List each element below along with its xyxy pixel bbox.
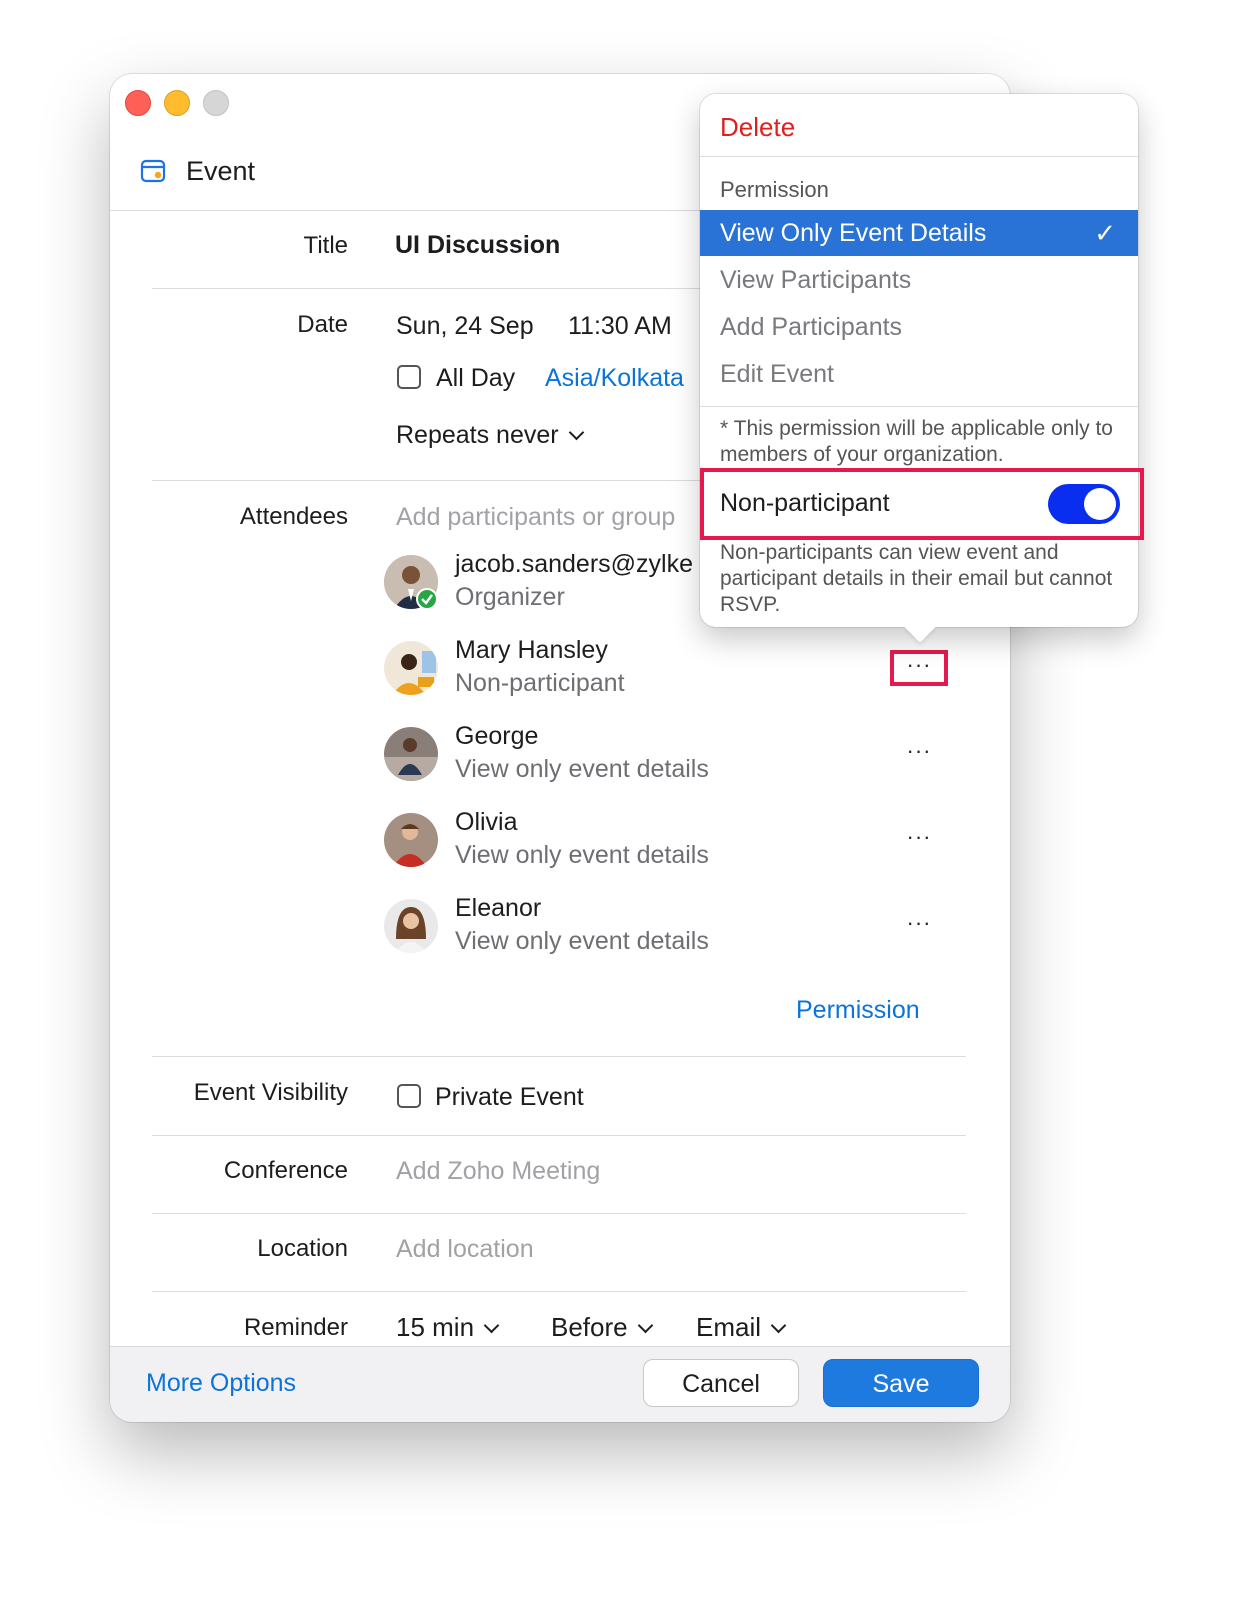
attendee-role: Non-participant (455, 669, 625, 697)
permission-option-view-only[interactable]: View Only Event Details ✓ (700, 210, 1138, 256)
title-label: Title (303, 232, 348, 259)
attendee-name: Eleanor (455, 894, 542, 922)
attendee-name: George (455, 722, 539, 750)
permission-option-edit-event[interactable]: Edit Event (700, 351, 1138, 397)
avatar (384, 813, 438, 867)
save-button[interactable]: Save (823, 1359, 979, 1407)
checkmark-icon: ✓ (1094, 218, 1116, 248)
reminder-time-value: 15 min (396, 1312, 475, 1342)
attendee-more-button[interactable]: ··· (896, 826, 942, 852)
title-input[interactable]: UI Discussion (395, 231, 560, 260)
permission-note: * This permission will be applicable onl… (720, 417, 1113, 466)
non-participant-toggle[interactable] (1048, 484, 1120, 524)
divider (152, 1213, 966, 1214)
divider (152, 1056, 966, 1057)
date-picker[interactable]: Sun, 24 Sep (396, 312, 534, 341)
date-label: Date (297, 311, 348, 338)
permission-option-add-participants[interactable]: Add Participants (700, 304, 1138, 350)
chevron-down-icon (568, 424, 584, 441)
permission-heading: Permission (720, 177, 829, 202)
permission-option-view-participants[interactable]: View Participants (700, 257, 1138, 303)
calendar-event-icon (140, 159, 166, 183)
non-participant-row: Non-participant (700, 468, 1144, 540)
location-label: Location (257, 1235, 348, 1262)
attendee-more-button[interactable]: ··· (890, 650, 948, 686)
divider (152, 1291, 966, 1292)
permission-popover: Delete Permission View Only Event Detail… (700, 94, 1144, 643)
attendee-name: Olivia (455, 808, 518, 836)
permission-link[interactable]: Permission (796, 996, 920, 1025)
reminder-type-value: Email (696, 1312, 762, 1342)
time-picker[interactable]: 11:30 AM (568, 312, 672, 341)
location-input[interactable]: Add location (396, 1235, 534, 1264)
reminder-label: Reminder (243, 1314, 348, 1341)
attendee-role: View only event details (455, 927, 709, 955)
attendee-name: Mary Hansley (455, 636, 608, 664)
divider (700, 406, 1138, 407)
private-event-label: Private Event (435, 1083, 584, 1111)
attendee-role: Organizer (455, 583, 565, 611)
reminder-type-dropdown[interactable]: Email (696, 1312, 787, 1343)
reminder-time-dropdown[interactable]: 15 min (396, 1312, 500, 1343)
delete-menu-item[interactable]: Delete (720, 112, 795, 143)
attendee-name: jacob.sanders@zylke (455, 550, 693, 578)
timezone-link[interactable]: Asia/Kolkata (545, 364, 684, 393)
attendee-role: View only event details (455, 755, 709, 783)
attendees-input[interactable]: Add participants or group (396, 503, 675, 532)
repeat-dropdown[interactable]: Repeats never (396, 421, 584, 450)
footer-bar: More Options Cancel Save (110, 1346, 1010, 1422)
reminder-when-value: Before (551, 1312, 628, 1342)
attendees-label: Attendees (239, 503, 348, 530)
repeat-value: Repeats never (396, 421, 559, 449)
all-day-checkbox[interactable] (397, 365, 421, 389)
private-event-checkbox[interactable] (397, 1084, 421, 1108)
chevron-down-icon (770, 1317, 787, 1334)
avatar (384, 727, 438, 781)
organizer-check-icon (416, 588, 438, 610)
zoom-window-button[interactable] (203, 90, 229, 116)
window-title: Event (186, 156, 256, 186)
minimize-window-button[interactable] (164, 90, 190, 116)
attendee-more-button[interactable]: ··· (896, 740, 942, 766)
divider (152, 1135, 966, 1136)
attendee-role: View only event details (455, 841, 709, 869)
all-day-label: All Day (436, 364, 516, 392)
non-participant-label: Non-participant (720, 489, 890, 517)
divider (700, 156, 1138, 157)
permission-option-label: View Only Event Details (720, 219, 987, 247)
attendee-more-button[interactable]: ··· (896, 912, 942, 938)
close-window-button[interactable] (125, 90, 151, 116)
reminder-when-dropdown[interactable]: Before (551, 1312, 653, 1343)
avatar (384, 641, 438, 695)
conference-label: Conference (223, 1157, 348, 1184)
chevron-down-icon (637, 1317, 653, 1334)
cancel-button[interactable]: Cancel (643, 1359, 799, 1407)
avatar (384, 899, 438, 953)
non-participant-description: Non-participants can view event and part… (720, 541, 1113, 616)
toggle-knob (1084, 488, 1116, 520)
chevron-down-icon (483, 1317, 500, 1334)
more-options-link[interactable]: More Options (146, 1369, 296, 1398)
visibility-label: Event Visibility (193, 1079, 348, 1106)
conference-input[interactable]: Add Zoho Meeting (396, 1157, 600, 1186)
